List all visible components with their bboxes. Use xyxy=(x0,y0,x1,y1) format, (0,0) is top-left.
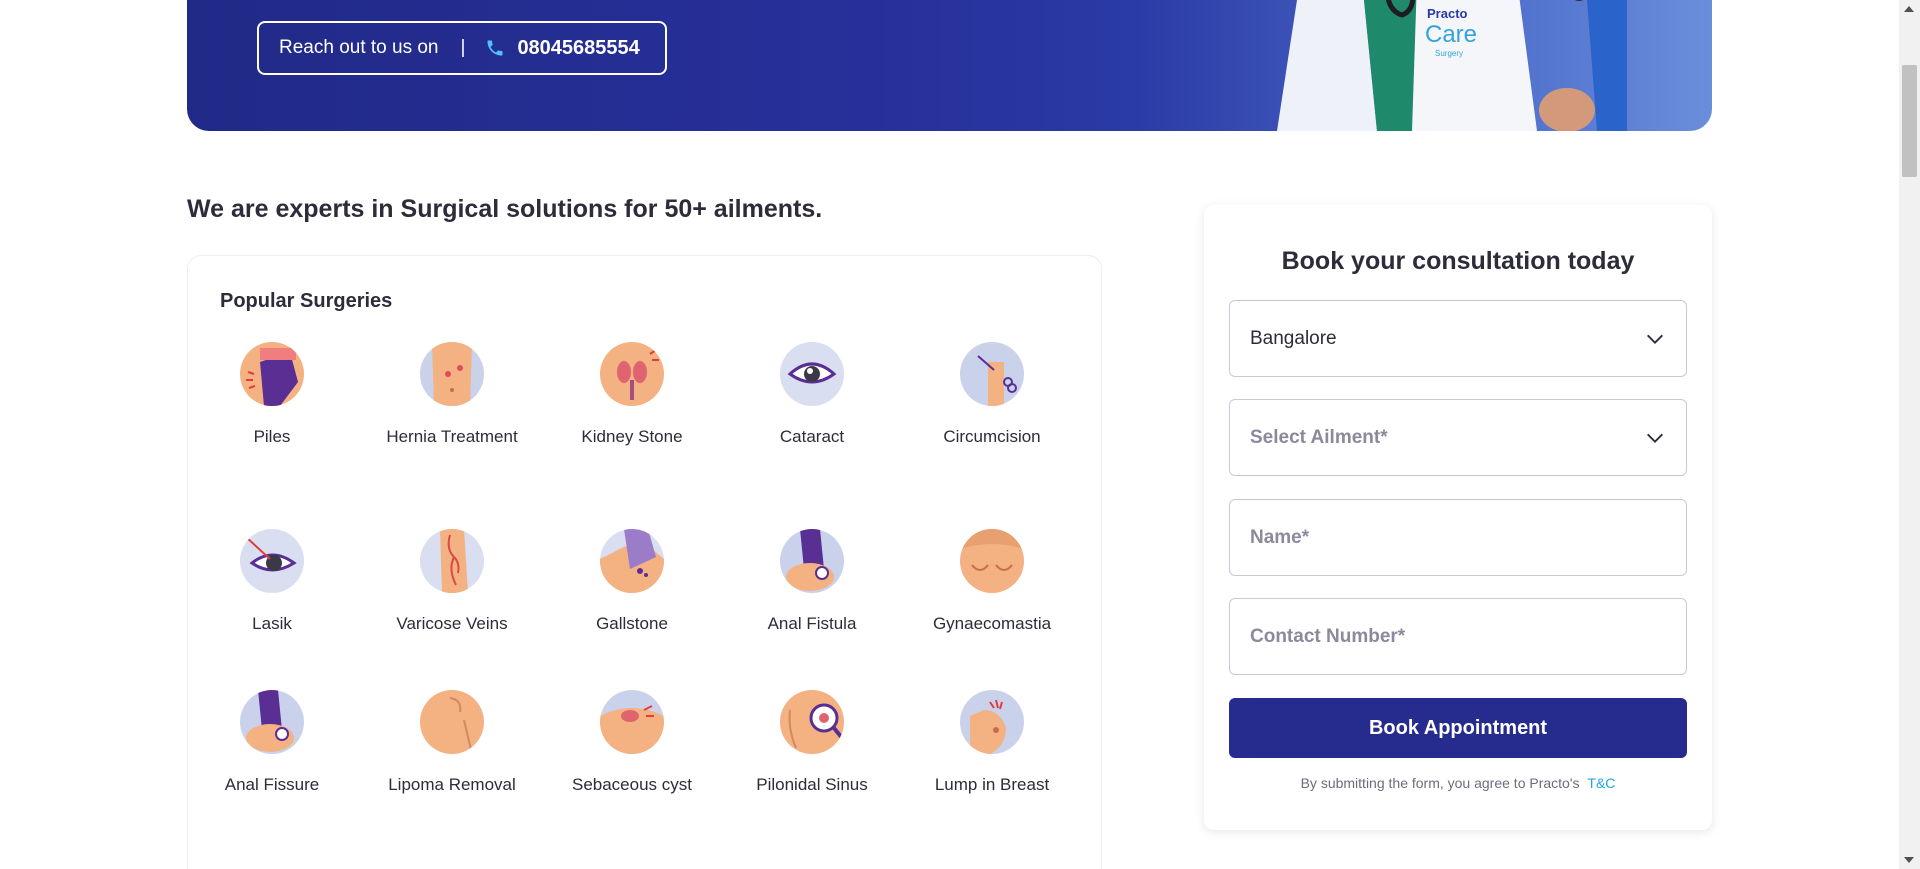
surgery-label: Gynaecomastia xyxy=(932,614,1052,633)
surgery-label: Cataract xyxy=(779,427,845,446)
piles-icon xyxy=(240,342,304,406)
badge-care: Care xyxy=(1425,21,1477,48)
pilonidal-sinus-icon xyxy=(780,690,844,754)
chevron-down-icon xyxy=(1644,427,1666,449)
kidney-stone-icon xyxy=(600,342,664,406)
surgery-label: Hernia Treatment xyxy=(386,427,518,446)
surgery-item-piles[interactable]: Piles xyxy=(192,342,352,450)
scroll-down-arrow-icon[interactable] xyxy=(1904,857,1914,863)
book-appointment-button[interactable]: Book Appointment xyxy=(1229,698,1687,758)
surgery-label: Piles xyxy=(253,427,291,446)
lipoma-icon xyxy=(420,690,484,754)
popular-surgeries-title: Popular Surgeries xyxy=(220,290,393,312)
scroll-up-arrow-icon[interactable] xyxy=(1904,6,1914,12)
page-scrollbar[interactable] xyxy=(1899,0,1920,869)
phone-number[interactable]: 08045685554 xyxy=(517,37,639,60)
surgery-item-hernia[interactable]: Hernia Treatment xyxy=(372,342,532,450)
badge-surgery: Surgery xyxy=(1435,49,1463,58)
hernia-icon xyxy=(420,342,484,406)
surgery-label: Varicose Veins xyxy=(396,614,508,633)
circumcision-icon xyxy=(960,342,1024,406)
surgery-item-kidney-stone[interactable]: Kidney Stone xyxy=(552,342,712,450)
surgery-label: Anal Fistula xyxy=(767,614,857,633)
surgery-item-gallstone[interactable]: Gallstone xyxy=(552,529,712,637)
terms-link[interactable]: T&C xyxy=(1587,775,1615,791)
badge-practo: Practo xyxy=(1427,6,1468,21)
terms-text: By submitting the form, you agree to Pra… xyxy=(1300,775,1580,791)
surgery-item-gynaecomastia[interactable]: Gynaecomastia xyxy=(912,529,1072,637)
doctor-illustration: Practo Care Surgery xyxy=(1267,0,1627,131)
gynaecomastia-icon xyxy=(960,529,1024,593)
contact-field-wrapper xyxy=(1229,598,1687,675)
sebaceous-cyst-icon xyxy=(600,690,664,754)
scroll-thumb[interactable] xyxy=(1902,65,1917,177)
terms-notice: By submitting the form, you agree to Pra… xyxy=(1204,775,1712,791)
city-value: Bangalore xyxy=(1250,327,1337,349)
surgery-item-pilonidal-sinus[interactable]: Pilonidal Sinus xyxy=(732,690,892,798)
surgery-label: Pilonidal Sinus xyxy=(756,775,868,794)
city-select[interactable]: Bangalore xyxy=(1229,300,1687,377)
contact-number-field[interactable] xyxy=(1250,625,1666,648)
anal-fissure-icon xyxy=(240,690,304,754)
chevron-down-icon xyxy=(1644,328,1666,350)
separator: | xyxy=(460,37,466,58)
lasik-icon xyxy=(240,529,304,593)
cataract-icon xyxy=(780,342,844,406)
popular-surgeries-card: Popular Surgeries Piles Hernia Treatment… xyxy=(187,255,1102,869)
surgery-label: Lump in Breast xyxy=(934,775,1050,794)
surgery-item-lump-in-breast[interactable]: Lump in Breast xyxy=(912,690,1072,798)
surgery-label: Lasik xyxy=(252,614,292,633)
section-heading: We are experts in Surgical solutions for… xyxy=(187,195,823,223)
phone-icon xyxy=(485,38,505,58)
surgery-label: Gallstone xyxy=(596,614,668,633)
surgery-label: Sebaceous cyst xyxy=(571,775,692,794)
surgery-item-sebaceous-cyst[interactable]: Sebaceous cyst xyxy=(552,690,712,798)
surgery-label: Kidney Stone xyxy=(581,427,683,446)
surgery-label: Anal Fissure xyxy=(224,775,320,794)
gallstone-icon xyxy=(600,529,664,593)
surgery-item-circumcision[interactable]: Circumcision xyxy=(912,342,1072,450)
name-field[interactable] xyxy=(1250,526,1666,549)
surgery-item-cataract[interactable]: Cataract xyxy=(732,342,892,450)
contact-box[interactable]: Reach out to us on | 08045685554 xyxy=(257,21,667,75)
ailment-select[interactable]: Select Ailment* xyxy=(1229,399,1687,476)
form-title: Book your consultation today xyxy=(1281,247,1635,275)
surgery-label: Circumcision xyxy=(943,427,1041,446)
reach-out-label: Reach out to us on xyxy=(279,37,439,58)
booking-form: Book your consultation today Bangalore S… xyxy=(1204,205,1712,830)
name-field-wrapper xyxy=(1229,499,1687,576)
surgery-item-lasik[interactable]: Lasik xyxy=(192,529,352,637)
surgery-label: Lipoma Removal xyxy=(388,775,516,794)
ailment-placeholder: Select Ailment* xyxy=(1250,426,1388,448)
lump-in-breast-icon xyxy=(960,690,1024,754)
surgery-item-varicose-veins[interactable]: Varicose Veins xyxy=(372,529,532,637)
varicose-veins-icon xyxy=(420,529,484,593)
anal-fistula-icon xyxy=(780,529,844,593)
surgery-item-anal-fistula[interactable]: Anal Fistula xyxy=(732,529,892,637)
hero-banner: Reach out to us on | 08045685554 Practo … xyxy=(187,0,1712,131)
surgery-item-anal-fissure[interactable]: Anal Fissure xyxy=(192,690,352,798)
surgery-item-lipoma-removal[interactable]: Lipoma Removal xyxy=(372,690,532,798)
